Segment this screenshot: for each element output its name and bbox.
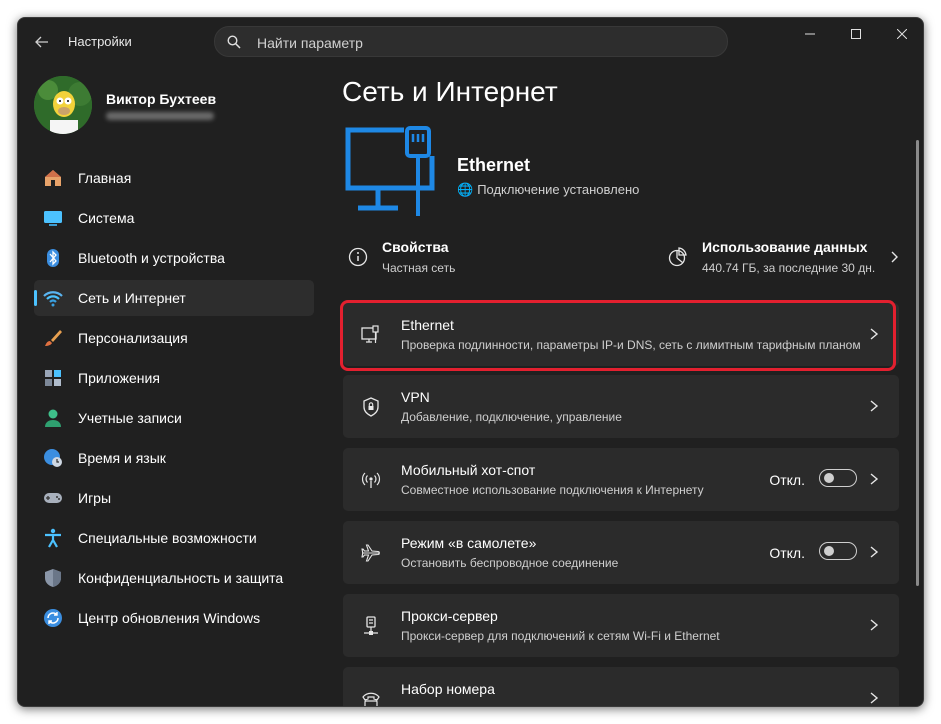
apps-icon [45, 370, 61, 386]
hotspot-toggle[interactable] [819, 469, 857, 487]
card-title: Режим «в самолете» [401, 535, 537, 551]
sidebar-nav: Главная Система Bluetooth и устройства С… [34, 160, 314, 640]
hotspot-icon [361, 472, 381, 488]
connection-status-text: Подключение установлено [477, 182, 640, 197]
connection-status: 🌐 Подключение установлено [457, 182, 639, 198]
vpn-card[interactable]: VPN Добавление, подключение, управление [343, 375, 899, 438]
close-button[interactable] [879, 18, 923, 50]
sidebar-item-network[interactable]: Сеть и Интернет [34, 280, 314, 316]
avatar[interactable] [34, 76, 92, 134]
accessibility-icon [45, 528, 61, 548]
app-title: Настройки [68, 34, 132, 49]
sidebar-item-privacy[interactable]: Конфиденциальность и защита [34, 560, 314, 596]
shield-icon [45, 569, 61, 587]
properties-title: Свойства [382, 239, 449, 255]
scrollbar[interactable] [916, 140, 919, 586]
sidebar-item-system[interactable]: Система [34, 200, 314, 236]
airplane-mode-card[interactable]: Режим «в самолете» Остановить беспроводн… [343, 521, 899, 584]
properties-link[interactable]: Свойства Частная сеть [348, 236, 628, 278]
globe-clock-icon [44, 449, 62, 467]
brush-icon [45, 330, 62, 346]
back-arrow-icon[interactable] [34, 34, 50, 50]
chevron-right-icon [870, 619, 879, 631]
data-usage-title: Использование данных [702, 239, 868, 255]
bluetooth-icon [47, 249, 59, 267]
sidebar-item-bluetooth[interactable]: Bluetooth и устройства [34, 240, 314, 276]
chevron-right-icon [870, 473, 879, 485]
card-subtitle: Добавление, подключение, управление [401, 410, 622, 424]
chevron-right-icon [870, 546, 879, 558]
highlight-annotation [340, 300, 896, 371]
minimize-icon [805, 33, 815, 35]
wifi-icon [43, 291, 63, 307]
toggle-state-label: Откл. [769, 472, 805, 488]
sidebar-item-label: Конфиденциальность и защита [78, 570, 284, 586]
sidebar-item-accounts[interactable]: Учетные записи [34, 400, 314, 436]
data-usage-subtitle: 440.74 ГБ, за последние 30 дн. [702, 261, 876, 275]
user-email-blurred [106, 112, 214, 120]
chevron-right-icon [870, 692, 879, 704]
settings-window: Настройки Виктор Бухтеев [17, 17, 924, 707]
sidebar-item-label: Bluetooth и устройства [78, 250, 225, 266]
proxy-icon [364, 616, 378, 635]
toggle-state-label: Откл. [769, 545, 805, 561]
chevron-right-icon [870, 400, 879, 412]
sidebar-item-home[interactable]: Главная [34, 160, 314, 196]
sidebar-item-label: Учетные записи [78, 410, 182, 426]
connection-name: Ethernet [457, 155, 531, 175]
update-icon [44, 609, 62, 627]
card-title: Мобильный хот-спот [401, 462, 536, 478]
mobile-hotspot-card[interactable]: Мобильный хот-спот Совместное использова… [343, 448, 899, 511]
properties-subtitle: Частная сеть [382, 261, 456, 275]
sidebar-item-personalization[interactable]: Персонализация [34, 320, 314, 356]
airplane-mode-toggle[interactable] [819, 542, 857, 560]
info-icon [348, 247, 368, 267]
system-icon [44, 211, 62, 226]
vpn-shield-icon [363, 397, 379, 417]
home-icon [45, 170, 61, 186]
sidebar-item-windows-update[interactable]: Центр обновления Windows [34, 600, 314, 636]
card-subtitle: Совместное использование подключения к И… [401, 483, 704, 497]
card-title: VPN [401, 389, 430, 405]
close-icon [897, 29, 907, 39]
sidebar-item-label: Специальные возможности [78, 530, 257, 546]
sidebar-item-label: Время и язык [78, 450, 166, 466]
airplane-icon [361, 544, 380, 562]
maximize-icon [851, 29, 861, 39]
data-usage-link[interactable]: Использование данных 440.74 ГБ, за после… [668, 236, 898, 278]
sidebar-item-label: Система [78, 210, 135, 226]
account-icon [45, 409, 61, 427]
sidebar-item-label: Приложения [78, 370, 160, 386]
search-input[interactable] [255, 32, 699, 54]
sidebar-item-label: Сеть и Интернет [78, 290, 186, 306]
search-box[interactable] [214, 26, 728, 57]
globe-icon: 🌐 [457, 182, 474, 197]
sidebar-item-accessibility[interactable]: Специальные возможности [34, 520, 314, 556]
dialup-card[interactable]: Набор номера [343, 667, 899, 706]
pie-chart-icon [668, 247, 687, 267]
chevron-right-icon [891, 251, 898, 263]
card-subtitle: Остановить беспроводное соединение [401, 556, 619, 570]
sidebar-item-apps[interactable]: Приложения [34, 360, 314, 396]
gamepad-icon [44, 493, 62, 503]
sidebar-item-gaming[interactable]: Игры [34, 480, 314, 516]
sidebar-item-label: Игры [78, 490, 112, 506]
card-title: Набор номера [401, 681, 495, 697]
maximize-button[interactable] [833, 18, 879, 50]
sidebar-item-label: Главная [78, 170, 132, 186]
search-icon [227, 35, 241, 49]
card-subtitle: Прокси-сервер для подключений к сетям Wi… [401, 629, 720, 643]
sidebar-item-time-language[interactable]: Время и язык [34, 440, 314, 476]
page-title: Сеть и Интернет [342, 76, 558, 107]
proxy-card[interactable]: Прокси-сервер Прокси-сервер для подключе… [343, 594, 899, 657]
sidebar-item-label: Центр обновления Windows [78, 610, 261, 626]
user-name: Виктор Бухтеев [106, 91, 217, 107]
card-title: Прокси-сервер [401, 608, 498, 624]
dialup-icon [362, 692, 380, 706]
minimize-button[interactable] [787, 18, 833, 50]
sidebar-item-label: Персонализация [78, 330, 188, 346]
ethernet-monitor-icon [345, 126, 435, 216]
